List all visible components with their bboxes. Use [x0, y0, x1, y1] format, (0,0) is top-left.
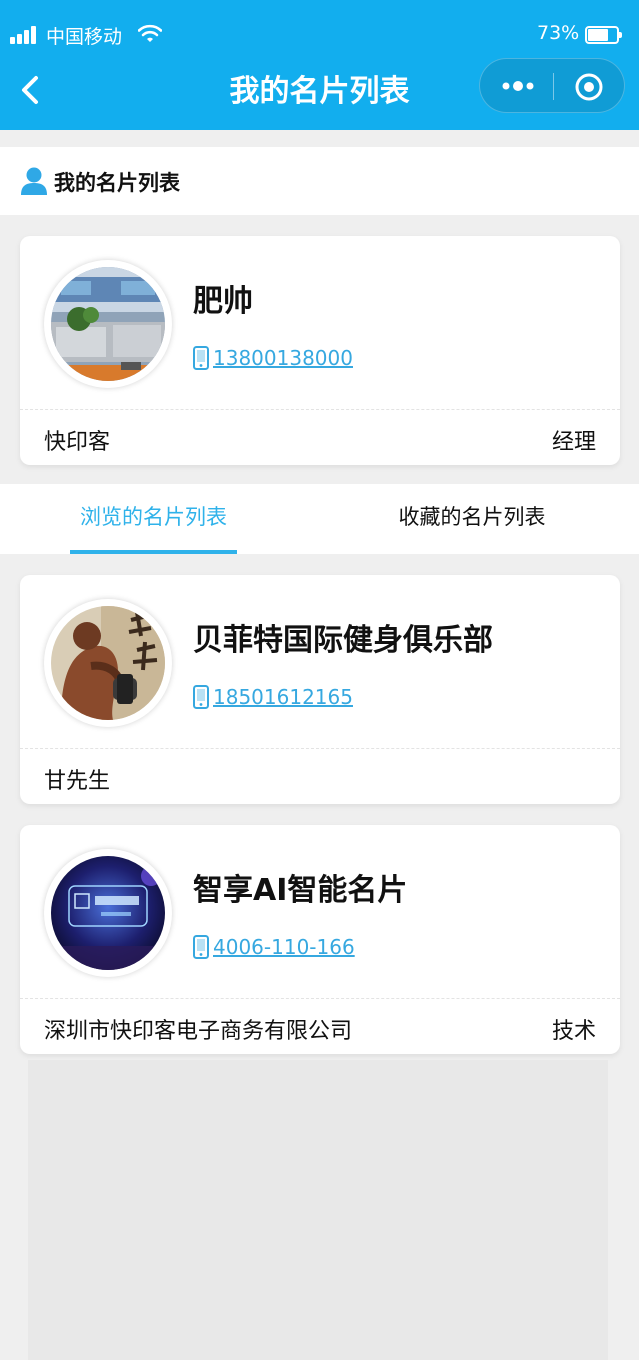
- close-target-icon[interactable]: [574, 72, 604, 102]
- card-job-title: 经理: [551, 430, 596, 455]
- card-divider: [20, 748, 620, 749]
- wifi-icon: [138, 24, 162, 42]
- card-phone-link[interactable]: 13800138000: [193, 346, 353, 370]
- top-bar: 中国移动 73% 我的名片列表: [0, 0, 639, 130]
- card-phone-link[interactable]: 18501612165: [193, 685, 353, 709]
- card-name: 智享AI智能名片: [193, 873, 408, 908]
- card-divider: [20, 409, 620, 410]
- card-phone-number[interactable]: 13800138000: [213, 346, 353, 370]
- card-company: 深圳市快印客电子商务有限公司: [44, 1019, 353, 1044]
- avatar-image-office: [51, 267, 165, 381]
- avatar-image-ai-card: [51, 856, 165, 970]
- empty-list-area: [28, 1060, 608, 1360]
- signal-icon: [10, 26, 40, 44]
- avatar: [44, 260, 172, 388]
- battery-icon: [585, 26, 622, 44]
- card-phone-number[interactable]: 4006-110-166: [213, 935, 355, 959]
- card-phone-number[interactable]: 18501612165: [213, 685, 353, 709]
- card-job-title: 技术: [551, 1019, 596, 1044]
- battery-percent: 73%: [537, 22, 580, 44]
- user-icon: [21, 167, 47, 195]
- section-label: 我的名片列表: [54, 171, 180, 195]
- card-name: 贝菲特国际健身俱乐部: [193, 623, 493, 658]
- capsule-divider: [553, 73, 554, 100]
- card-company: 快印客: [44, 430, 111, 455]
- browsed-card[interactable]: 贝菲特国际健身俱乐部 18501612165 甘先生: [20, 575, 620, 804]
- phone-icon: [193, 346, 209, 370]
- phone-icon: [193, 685, 209, 709]
- battery-fill: [588, 29, 609, 41]
- avatar: [44, 849, 172, 977]
- card-name: 肥帅: [193, 284, 253, 319]
- mini-program-capsule: [479, 58, 625, 113]
- avatar-image-fitness: [51, 606, 165, 720]
- tab-favorites[interactable]: 收藏的名片列表: [388, 484, 556, 554]
- browsed-card[interactable]: 智享AI智能名片 4006-110-166 深圳市快印客电子商务有限公司 技术: [20, 825, 620, 1054]
- phone-icon: [193, 935, 209, 959]
- tab-browsed[interactable]: 浏览的名片列表: [70, 484, 237, 554]
- avatar: [44, 599, 172, 727]
- card-company: 甘先生: [44, 769, 111, 794]
- card-list-tabs: 浏览的名片列表 收藏的名片列表: [0, 484, 639, 554]
- more-icon[interactable]: [500, 76, 536, 96]
- carrier-name: 中国移动: [46, 26, 123, 48]
- card-divider: [20, 998, 620, 999]
- card-phone-link[interactable]: 4006-110-166: [193, 935, 355, 959]
- my-business-card[interactable]: 肥帅 13800138000 快印客 经理: [20, 236, 620, 465]
- my-card-section-header: 我的名片列表: [0, 147, 639, 215]
